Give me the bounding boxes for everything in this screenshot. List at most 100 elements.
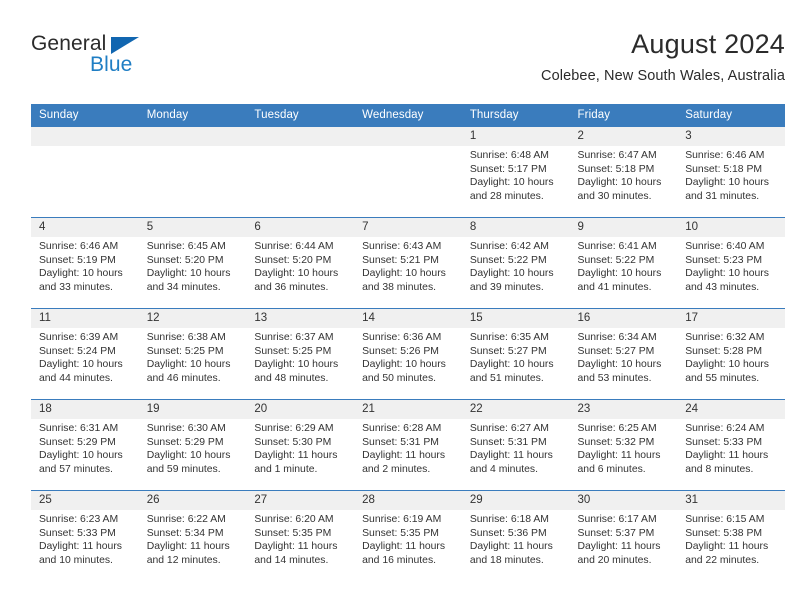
day-daylight-line-text: Daylight: 11 hours [577,450,661,462]
calendar-day-cell[interactable]: 27 Sunrise: 6:20 AM Sunset: 5:35 PM Dayligh… [246,490,355,581]
calendar-day-cell[interactable]: 19 Sunrise: 6:30 AM Sunset: 5:29 PM Dayligh… [138,399,247,491]
day-sunrise-text: Sunrise: 6:18 AM [469,514,549,525]
calendar-day-cell[interactable]: 21 Sunrise: 6:28 AM Sunset: 5:31 PM Dayligh… [354,399,462,491]
calendar-day-cell[interactable]: 6 Sunrise: 6:44 AM Sunset: 5:20 PM Daylight… [246,217,355,309]
day-cell-inner: 30 Sunrise: 6:17 AM Sunset: 5:37 PM Dayligh… [569,491,678,581]
day-number: 9 [569,218,678,237]
day-daylight-line-text: Daylight: 10 hours [254,359,339,371]
day-daylight-line-text: Daylight: 10 hours [362,359,446,371]
calendar-day-cell[interactable]: 31 Sunrise: 6:15 AM Sunset: 5:38 PM Dayligh… [677,490,785,581]
day-sunset-text: Sunset: 5:17 PM [469,163,547,175]
day-cell-inner [138,127,247,217]
day-details: Sunrise: 6:39 AM Sunset: 5:24 PM Daylight:… [31,328,139,385]
day-sunset-text: Sunset: 5:35 PM [254,527,332,539]
day-sunset-text: Sunset: 5:28 PM [685,345,763,357]
day-details: Sunrise: 6:40 AM Sunset: 5:23 PM Daylight:… [677,237,785,294]
calendar-day-cell[interactable]: 28 Sunrise: 6:19 AM Sunset: 5:35 PM Dayligh… [354,490,462,581]
calendar-week-row: 4 Sunrise: 6:46 AM Sunset: 5:19 PM Daylight… [31,217,785,309]
day-details: Sunrise: 6:34 AM Sunset: 5:27 PM Daylight:… [570,328,678,385]
calendar-day-cell[interactable]: 16 Sunrise: 6:34 AM Sunset: 5:27 PM Dayligh… [569,308,678,400]
day-sunset-text: Sunset: 5:22 PM [577,254,655,266]
day-daylight-line-text: Daylight: 11 hours [685,450,769,462]
weekday-header-saturday: Saturday [677,104,785,127]
day-number: 4 [31,218,139,237]
day-sunset-text: Sunset: 5:27 PM [577,345,655,357]
calendar-day-cell[interactable]: 5 Sunrise: 6:45 AM Sunset: 5:20 PM Daylight… [138,217,247,309]
calendar-day-cell[interactable]: 17 Sunrise: 6:32 AM Sunset: 5:28 PM Dayligh… [677,308,785,400]
day-sunset-text: Sunset: 5:29 PM [39,436,116,448]
calendar-day-cell[interactable]: 13 Sunrise: 6:37 AM Sunset: 5:25 PM Dayligh… [246,308,355,400]
day-daylight-line-text: and 39 minutes. [469,281,544,293]
calendar-day-cell[interactable]: 9 Sunrise: 6:41 AM Sunset: 5:22 PM Daylight… [569,217,678,309]
day-daylight-line-text: Daylight: 10 hours [685,177,769,189]
day-sunrise-text: Sunrise: 6:31 AM [39,423,119,434]
day-sunrise-text: Sunrise: 6:15 AM [685,514,765,525]
calendar-day-cell[interactable]: 29 Sunrise: 6:18 AM Sunset: 5:36 PM Dayligh… [461,490,570,581]
day-daylight-line-text: and 2 minutes. [362,463,431,475]
calendar-day-cell[interactable]: 12 Sunrise: 6:38 AM Sunset: 5:25 PM Dayligh… [138,308,247,400]
calendar-day-cell[interactable]: 22 Sunrise: 6:27 AM Sunset: 5:31 PM Dayligh… [461,399,570,491]
day-details: Sunrise: 6:28 AM Sunset: 5:31 PM Daylight:… [354,419,462,476]
day-sunrise-text: Sunrise: 6:42 AM [469,241,549,252]
day-daylight-line-text: Daylight: 11 hours [469,541,553,553]
day-sunset-text: Sunset: 5:31 PM [362,436,439,448]
day-daylight-line-text: and 46 minutes. [146,372,221,384]
general-blue-logo[interactable]: General Blue [31,32,261,88]
calendar-day-cell[interactable]: 1 Sunrise: 6:48 AM Sunset: 5:17 PM Daylight… [461,126,570,218]
calendar-day-cell[interactable]: 25 Sunrise: 6:23 AM Sunset: 5:33 PM Dayligh… [31,490,139,581]
day-daylight-line-text: and 53 minutes. [577,372,652,384]
day-daylight-line-text: Daylight: 10 hours [469,268,554,280]
calendar-day-cell[interactable]: 10 Sunrise: 6:40 AM Sunset: 5:23 PM Dayligh… [677,217,785,309]
day-daylight-line-text: Daylight: 10 hours [146,268,231,280]
day-details [246,146,354,149]
calendar-day-cell[interactable]: 30 Sunrise: 6:17 AM Sunset: 5:37 PM Dayligh… [569,490,678,581]
day-sunrise-text: Sunrise: 6:24 AM [685,423,765,434]
location-subtitle: Colebee, New South Wales, Australia [541,68,785,84]
calendar-day-cell[interactable]: 2 Sunrise: 6:47 AM Sunset: 5:18 PM Daylight… [569,126,678,218]
day-details: Sunrise: 6:31 AM Sunset: 5:29 PM Daylight:… [31,419,139,476]
day-cell-inner: 14 Sunrise: 6:36 AM Sunset: 5:26 PM Dayligh… [354,309,462,399]
calendar-day-cell[interactable]: 3 Sunrise: 6:46 AM Sunset: 5:18 PM Daylight… [677,126,785,218]
day-daylight-line-text: and 33 minutes. [39,281,113,293]
day-details: Sunrise: 6:41 AM Sunset: 5:22 PM Daylight:… [570,237,678,294]
calendar-day-cell[interactable]: 23 Sunrise: 6:25 AM Sunset: 5:32 PM Dayligh… [569,399,678,491]
day-sunset-text: Sunset: 5:31 PM [469,436,547,448]
day-sunrise-text: Sunrise: 6:22 AM [146,514,226,525]
calendar-day-cell[interactable]: 18 Sunrise: 6:31 AM Sunset: 5:29 PM Dayligh… [31,399,139,491]
calendar-day-cell[interactable]: 11 Sunrise: 6:39 AM Sunset: 5:24 PM Dayligh… [31,308,139,400]
day-number: 21 [354,400,462,419]
day-sunset-text: Sunset: 5:27 PM [469,345,547,357]
calendar-day-cell[interactable]: 24 Sunrise: 6:24 AM Sunset: 5:33 PM Dayligh… [677,399,785,491]
day-daylight-line-text: and 1 minute. [254,463,318,475]
day-daylight-line-text: and 16 minutes. [362,554,437,566]
calendar-day-cell[interactable]: 8 Sunrise: 6:42 AM Sunset: 5:22 PM Daylight… [461,217,570,309]
day-sunrise-text: Sunrise: 6:37 AM [254,332,334,343]
calendar-day-cell[interactable]: 14 Sunrise: 6:36 AM Sunset: 5:26 PM Dayligh… [354,308,462,400]
calendar-page: General Blue August 2024 Colebee, New So… [0,0,792,612]
day-number: 31 [677,491,785,510]
page-title: August 2024 [631,29,785,59]
day-details [31,146,139,149]
day-daylight-line-text: and 28 minutes. [469,190,544,202]
day-daylight-line-text: and 34 minutes. [146,281,221,293]
day-sunrise-text: Sunrise: 6:45 AM [146,241,226,252]
day-sunset-text: Sunset: 5:26 PM [362,345,439,357]
calendar-week-row: 18 Sunrise: 6:31 AM Sunset: 5:29 PM Dayligh… [31,399,785,491]
day-daylight-line-text: Daylight: 11 hours [362,541,446,553]
day-number: 29 [461,491,570,510]
day-number: 6 [246,218,355,237]
calendar-day-cell[interactable]: 7 Sunrise: 6:43 AM Sunset: 5:21 PM Daylight… [354,217,462,309]
day-details: Sunrise: 6:36 AM Sunset: 5:26 PM Daylight:… [354,328,462,385]
calendar-day-cell[interactable]: 4 Sunrise: 6:46 AM Sunset: 5:19 PM Daylight… [31,217,139,309]
day-sunset-text: Sunset: 5:21 PM [362,254,439,266]
calendar-day-cell[interactable]: 15 Sunrise: 6:35 AM Sunset: 5:27 PM Dayligh… [461,308,570,400]
day-number [246,127,355,146]
day-cell-inner: 31 Sunrise: 6:15 AM Sunset: 5:38 PM Dayligh… [677,491,785,581]
day-details: Sunrise: 6:27 AM Sunset: 5:31 PM Daylight:… [462,419,570,476]
day-number: 22 [461,400,570,419]
day-number [31,127,139,146]
calendar-day-cell[interactable]: 20 Sunrise: 6:29 AM Sunset: 5:30 PM Dayligh… [246,399,355,491]
day-cell-inner: 6 Sunrise: 6:44 AM Sunset: 5:20 PM Daylight… [246,218,355,308]
day-number: 24 [677,400,785,419]
calendar-day-cell[interactable]: 26 Sunrise: 6:22 AM Sunset: 5:34 PM Dayligh… [138,490,247,581]
